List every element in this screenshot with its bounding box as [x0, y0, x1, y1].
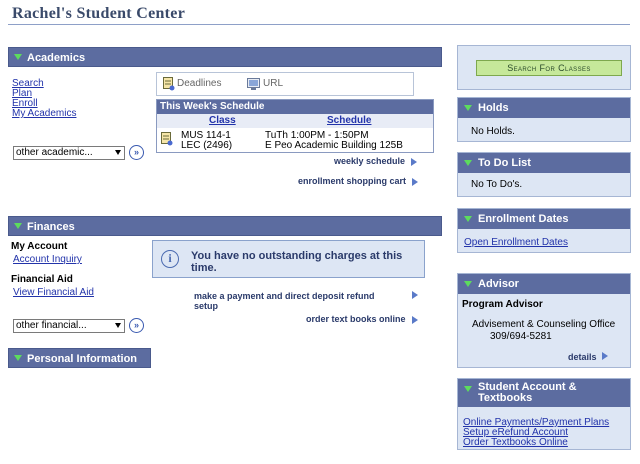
financial-go-button[interactable]: » [129, 318, 144, 333]
payment-direct-deposit-link[interactable]: make a payment and direct deposit refund… [194, 291, 394, 311]
my-account-label: My Account [11, 241, 68, 252]
collapse-triangle-icon[interactable] [464, 386, 472, 392]
arrow-right-icon[interactable] [412, 316, 418, 324]
advisor-office: Advisement & Counseling Office [472, 319, 616, 330]
account-inquiry-link[interactable]: Account Inquiry [13, 254, 82, 265]
class-location: E Peo Academic Building 125B [265, 140, 403, 151]
deadlines-tab[interactable]: Deadlines [177, 78, 221, 89]
arrow-right-icon[interactable] [412, 291, 418, 299]
weekly-schedule-table: This Week's Schedule Class Schedule MUS … [156, 99, 434, 153]
holds-text: No Holds. [471, 126, 515, 137]
dropdown-arrow-icon [115, 150, 121, 155]
order-textbooks-online-link[interactable]: Order Textbooks Online [463, 437, 568, 448]
collapse-triangle-icon[interactable] [14, 355, 22, 361]
holds-panel: Holds No Holds. [457, 97, 631, 142]
order-textbooks-link[interactable]: order text books online [306, 314, 406, 324]
class-section: LEC (2496) [181, 140, 233, 151]
info-icon: i [161, 250, 179, 268]
class-column-header[interactable]: Class [209, 115, 236, 126]
financial-aid-label: Financial Aid [11, 274, 73, 285]
view-financial-aid-link[interactable]: View Financial Aid [13, 287, 94, 298]
enrollment-dates-panel: Enrollment Dates Open Enrollment Dates [457, 208, 631, 253]
collapse-triangle-icon[interactable] [464, 160, 472, 166]
todo-panel: To Do List No To Do's. [457, 152, 631, 197]
table-row: MUS 114-1 LEC (2496) TuTh 1:00PM - 1:50P… [157, 129, 433, 153]
todo-header[interactable]: To Do List [458, 153, 630, 173]
calendar-icon [161, 132, 173, 146]
search-for-classes-button[interactable]: Search For Classes [476, 60, 622, 76]
student-account-panel: Student Account & Textbooks Online Payme… [457, 378, 631, 450]
arrow-right-icon[interactable] [602, 352, 608, 360]
holds-header[interactable]: Holds [458, 98, 630, 118]
enrollment-shopping-cart-link[interactable]: enrollment shopping cart [298, 176, 406, 186]
collapse-triangle-icon[interactable] [14, 223, 22, 229]
student-account-header[interactable]: Student Account & Textbooks [458, 379, 630, 407]
program-advisor-label: Program Advisor [462, 299, 543, 310]
page-title: Rachel's Student Center [12, 5, 186, 22]
my-academics-link[interactable]: My Academics [12, 108, 76, 119]
dropdown-arrow-icon [115, 323, 121, 328]
advisor-header[interactable]: Advisor [458, 274, 630, 294]
advisor-details-link[interactable]: details [568, 352, 597, 362]
other-academic-select[interactable]: other academic... [13, 146, 125, 160]
open-enrollment-dates-link[interactable]: Open Enrollment Dates [464, 237, 568, 248]
schedule-column-header[interactable]: Schedule [327, 115, 371, 126]
collapse-triangle-icon[interactable] [464, 105, 472, 111]
schedule-title: This Week's Schedule [157, 100, 433, 114]
personal-information-header[interactable]: Personal Information [8, 348, 151, 368]
finances-header[interactable]: Finances [8, 216, 442, 236]
academics-header[interactable]: Academics [8, 47, 442, 67]
no-charges-message: i You have no outstanding charges at thi… [152, 240, 425, 278]
url-tab[interactable]: URL [263, 78, 283, 89]
no-charges-text: You have no outstanding charges at this … [191, 250, 403, 274]
other-financial-select[interactable]: other financial... [13, 319, 125, 333]
arrow-right-icon[interactable] [411, 158, 417, 166]
title-divider [8, 24, 630, 25]
calendar-icon[interactable] [163, 77, 175, 91]
collapse-triangle-icon[interactable] [464, 281, 472, 287]
todo-text: No To Do's. [471, 179, 523, 190]
deadlines-url-tabs: Deadlines URL [156, 72, 414, 96]
academic-go-button[interactable]: » [129, 145, 144, 160]
weekly-schedule-link[interactable]: weekly schedule [334, 156, 405, 166]
collapse-triangle-icon[interactable] [14, 54, 22, 60]
advisor-phone: 309/694-5281 [490, 331, 552, 342]
url-icon[interactable] [247, 77, 261, 91]
enrollment-dates-header[interactable]: Enrollment Dates [458, 209, 630, 229]
advisor-panel: Advisor Program Advisor Advisement & Cou… [457, 273, 631, 368]
collapse-triangle-icon[interactable] [464, 216, 472, 222]
arrow-right-icon[interactable] [412, 178, 418, 186]
